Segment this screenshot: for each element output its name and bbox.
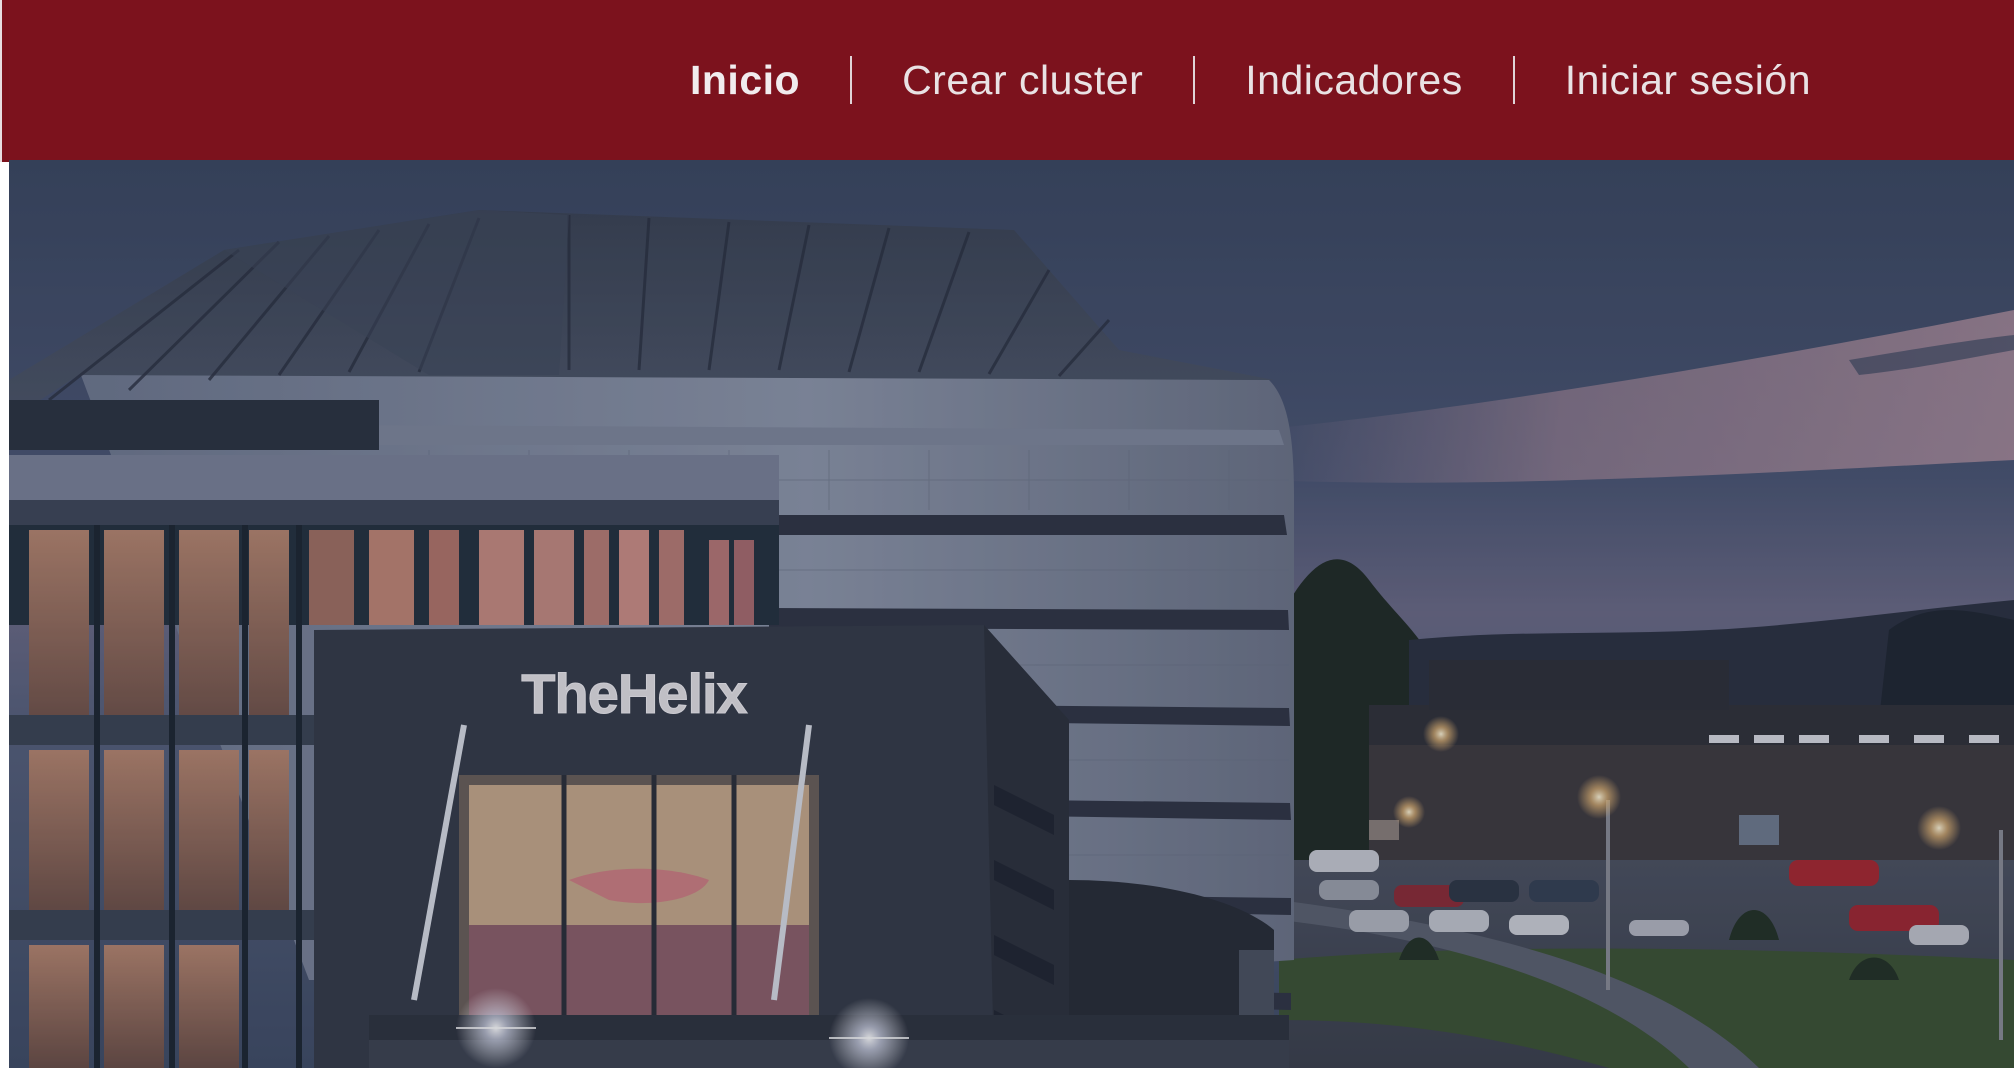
nav-link-indicadores[interactable]: Indicadores (1245, 59, 1462, 101)
nav-separator (1193, 56, 1196, 104)
nav-separator (1512, 56, 1515, 104)
nav-link-inicio[interactable]: Inicio (690, 59, 800, 101)
hero-photo-building: TheHelix (9, 160, 2014, 1068)
nav-separator (850, 56, 853, 104)
hero-image: TheHelix (9, 160, 2014, 1068)
top-navbar: Inicio Crear cluster Indicadores Iniciar… (9, 0, 2014, 160)
main-navigation: Inicio Crear cluster Indicadores Iniciar… (690, 0, 1811, 160)
nav-link-iniciar-sesion[interactable]: Iniciar sesión (1565, 59, 1811, 101)
left-accent-line (0, 0, 2, 162)
nav-link-crear-cluster[interactable]: Crear cluster (902, 59, 1143, 101)
left-accent-strip (0, 0, 9, 162)
